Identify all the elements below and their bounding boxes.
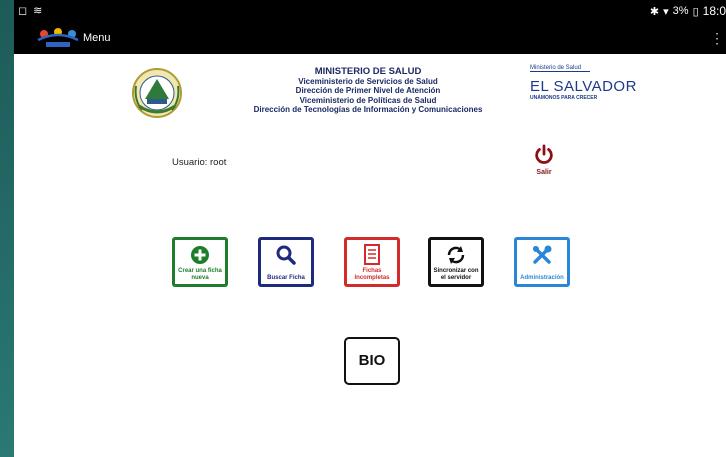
app-title: Menu [83, 32, 111, 44]
administration-button[interactable]: Administración [514, 237, 570, 287]
tile-label: Buscar Ficha [267, 274, 305, 281]
overflow-menu-icon[interactable]: ⋮ [710, 30, 724, 47]
brand-country: EL SALVADOR [530, 78, 637, 95]
brand-ministry: Ministerio de Salud [530, 65, 590, 72]
battery-icon: ▯ [692, 5, 699, 18]
ministry-header: MINISTERIO DE SALUD Viceministerio de Se… [218, 66, 518, 114]
search-icon [276, 245, 296, 265]
bio-label: BIO [358, 352, 386, 369]
brand-tagline: UNÁMONOS PARA CRECER [530, 95, 598, 101]
tile-label: Sincronizar con el servidor [433, 268, 479, 281]
tile-label: Administración [520, 274, 564, 281]
power-icon [535, 144, 553, 164]
user-label: Usuario: root [172, 157, 227, 168]
signal-icon: ▾ [663, 5, 669, 18]
wifi-icon: ≋ [33, 5, 43, 17]
document-icon [364, 244, 380, 265]
tablet-screen: ◻ ≋ ✱ ▾ 3% ▯ 18:0 Menu ⋮ MINISTERIO DE S… [14, 0, 726, 457]
el-salvador-brand-logo: Ministerio de Salud EL SALVADOR UNÁMONOS… [530, 65, 642, 113]
incomplete-records-button[interactable]: Fichas Incompletas [344, 237, 400, 287]
sync-server-button[interactable]: Sincronizar con el servidor [428, 237, 484, 287]
ministry-line: Viceministerio de Políticas de Salud [299, 95, 437, 105]
status-bar: ◻ ≋ ✱ ▾ 3% ▯ 18:0 [14, 0, 726, 24]
tools-icon [533, 245, 552, 264]
logout-button[interactable]: Salir [528, 144, 560, 176]
ministry-line: Dirección de Tecnologías de Información … [253, 104, 483, 114]
app-logo[interactable] [36, 26, 80, 50]
bluetooth-icon: ✱ [649, 5, 660, 18]
ministry-line: Viceministerio de Servicios de Salud [298, 77, 438, 86]
bio-button[interactable]: BIO [344, 337, 400, 385]
tile-label: Crear una ficha nueva [178, 268, 222, 281]
sync-icon [447, 246, 465, 264]
clock: 18:0 [702, 4, 726, 18]
logout-label: Salir [536, 169, 552, 176]
screenshot-icon: ◻ [18, 5, 28, 17]
coat-of-arms-logo [132, 68, 182, 118]
ministry-line: Dirección de Primer Nivel de Atención [295, 86, 441, 96]
tile-label: Fichas Incompletas [354, 268, 390, 281]
create-record-button[interactable]: Crear una ficha nueva [172, 237, 228, 287]
add-document-icon [191, 246, 209, 264]
app-bar: Menu ⋮ [14, 24, 726, 54]
search-record-button[interactable]: Buscar Ficha [258, 237, 314, 287]
battery-percent: 3% [672, 5, 689, 17]
ministry-title: MINISTERIO DE SALUD [314, 66, 422, 77]
